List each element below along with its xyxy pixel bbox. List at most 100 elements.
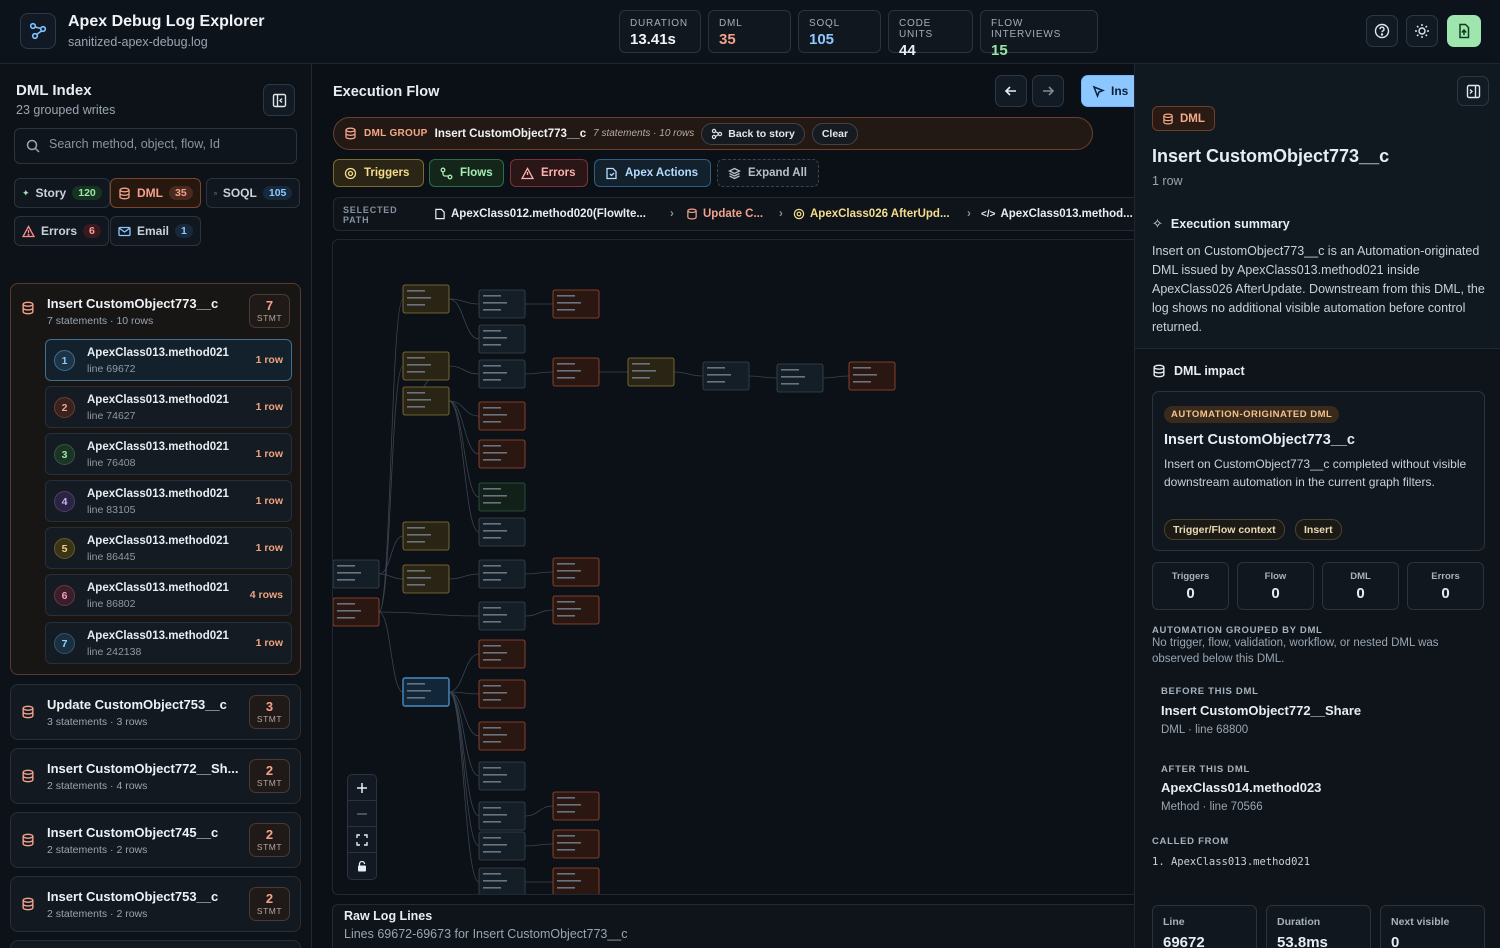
before-sub: DML · line 68800	[1161, 724, 1249, 736]
flow-node[interactable]	[402, 677, 450, 707]
search-input[interactable]	[49, 137, 289, 151]
filter-errors[interactable]: Errors	[510, 159, 588, 187]
flow-node[interactable]	[552, 357, 600, 387]
dml-group[interactable]	[10, 940, 301, 948]
flow-node[interactable]	[552, 867, 600, 895]
flow-node[interactable]	[478, 831, 526, 861]
detail-rows: 1 row	[1152, 174, 1183, 188]
flow-node[interactable]	[848, 361, 896, 391]
theme-toggle-button[interactable]	[1406, 15, 1438, 47]
flow-node[interactable]	[478, 679, 526, 709]
flow-node[interactable]	[552, 829, 600, 859]
flow-node[interactable]	[478, 559, 526, 589]
flow-node[interactable]	[552, 595, 600, 625]
lock-view-button[interactable]	[348, 853, 376, 879]
flow-node[interactable]	[627, 357, 675, 387]
back-to-story-button[interactable]: Back to story	[701, 122, 805, 145]
flow-node[interactable]	[702, 361, 750, 391]
collapse-panel-button[interactable]	[263, 84, 295, 116]
flow-node[interactable]	[478, 517, 526, 547]
flow-node[interactable]	[478, 639, 526, 669]
fit-view-button[interactable]	[348, 827, 376, 853]
flow-node[interactable]	[478, 801, 526, 831]
statement-item[interactable]: 7 ApexClass013.method021 line 242138 1 r…	[45, 622, 292, 664]
flow-node[interactable]	[478, 401, 526, 431]
export-button[interactable]	[1447, 15, 1481, 47]
back-button[interactable]	[995, 75, 1027, 107]
chip-errors[interactable]: Errors 6	[14, 216, 109, 246]
database-icon	[22, 301, 34, 315]
statement-item[interactable]: 1 ApexClass013.method021 line 69672 1 ro…	[45, 339, 292, 381]
flow-node[interactable]	[478, 359, 526, 389]
flow-graph[interactable]	[333, 240, 1134, 895]
flow-edge	[378, 535, 404, 575]
flow-edge	[673, 371, 704, 377]
after-title[interactable]: ApexClass014.method023	[1161, 780, 1321, 795]
flow-node[interactable]	[402, 284, 450, 314]
breadcrumb-item[interactable]: Update C...	[686, 208, 763, 220]
clear-button[interactable]: Clear	[811, 122, 859, 145]
flow-graph-canvas[interactable]	[332, 239, 1134, 895]
statement-item[interactable]: 3 ApexClass013.method021 line 76408 1 ro…	[45, 433, 292, 475]
chip-dml[interactable]: DML 35	[110, 178, 201, 208]
chip-story[interactable]: ✦ Story 120	[14, 178, 110, 208]
dml-group[interactable]: Insert CustomObject745__c 2 statements ·…	[10, 812, 301, 868]
forward-button[interactable]	[1032, 75, 1064, 107]
dml-index-panel: DML Index 23 grouped writes ✦ Story 120 …	[0, 64, 312, 948]
flow-node[interactable]	[552, 557, 600, 587]
flow-node[interactable]	[478, 601, 526, 631]
help-button[interactable]	[1366, 15, 1398, 47]
flow-node[interactable]	[402, 351, 450, 381]
statement-item[interactable]: 4 ApexClass013.method021 line 83105 1 ro…	[45, 480, 292, 522]
called-from-item[interactable]: 1. ApexClass013.method021	[1152, 854, 1310, 870]
dml-group-active[interactable]: Insert CustomObject773__c 7 statements ·…	[10, 283, 301, 675]
operation-pill: Insert	[1295, 519, 1342, 540]
metric-flow-interviews: FLOW INTERVIEWS 15	[980, 10, 1098, 59]
flow-node[interactable]	[478, 439, 526, 469]
flow-node[interactable]	[478, 867, 526, 895]
toggle-panel-button[interactable]	[1457, 76, 1489, 106]
inspect-mode-button[interactable]: Ins	[1081, 75, 1134, 107]
flow-node[interactable]	[552, 289, 600, 319]
dml-group[interactable]: Insert CustomObject753__c 2 statements ·…	[10, 876, 301, 932]
flow-node[interactable]	[478, 721, 526, 751]
metric-dml: DML 35	[708, 10, 791, 53]
statement-item[interactable]: 5 ApexClass013.method021 line 86445 1 ro…	[45, 527, 292, 569]
flow-node[interactable]	[478, 482, 526, 512]
dml-group[interactable]: Insert CustomObject772__Sh... 2 statemen…	[10, 748, 301, 804]
cursor-icon	[1092, 85, 1105, 98]
statement-count-badge: 2 STMT	[249, 823, 290, 857]
statement-item[interactable]: 6 ApexClass013.method021 line 86802 4 ro…	[45, 574, 292, 616]
flow-node[interactable]	[402, 564, 450, 594]
filter-triggers[interactable]: Triggers	[333, 159, 424, 187]
statement-item[interactable]: 2 ApexClass013.method021 line 74627 1 ro…	[45, 386, 292, 428]
breadcrumb-item[interactable]: ApexClass012.method020(FlowIte...	[434, 208, 646, 220]
flow-node[interactable]	[478, 324, 526, 354]
flow-node[interactable]	[478, 289, 526, 319]
top-bar: Apex Debug Log Explorer sanitized-apex-d…	[0, 0, 1500, 64]
execution-flow-panel: Execution Flow Ins DML GROUP Insert Cust…	[312, 64, 1134, 948]
breadcrumb-item[interactable]: ApexClass026 AfterUpd...	[793, 208, 950, 220]
chip-soql[interactable]: ▫ SOQL 105	[206, 178, 301, 208]
before-title[interactable]: Insert CustomObject772__Share	[1161, 703, 1361, 718]
raw-log-lines-panel[interactable]: Raw Log Lines Lines 69672-69673 for Inse…	[332, 904, 1134, 948]
stat-flow: Flow 0	[1237, 562, 1314, 610]
flow-node[interactable]	[333, 559, 380, 589]
flow-node[interactable]	[478, 761, 526, 791]
search-box[interactable]	[14, 128, 297, 164]
flow-node[interactable]	[776, 363, 824, 393]
zoom-in-button[interactable]	[348, 775, 376, 801]
breadcrumb-item[interactable]: </> ApexClass013.method...	[981, 208, 1133, 220]
flow-node[interactable]	[402, 521, 450, 551]
filter-flows[interactable]: Flows	[429, 159, 504, 187]
filter-apex-actions[interactable]: Apex Actions	[594, 159, 711, 187]
chip-email[interactable]: Email 1	[110, 216, 201, 246]
database-icon	[119, 187, 130, 199]
arrow-right-icon	[1043, 86, 1055, 96]
flow-node[interactable]	[333, 597, 380, 627]
flow-node[interactable]	[552, 791, 600, 821]
expand-all-button[interactable]: Expand All	[717, 159, 819, 187]
dml-group[interactable]: Update CustomObject753__c 3 statements ·…	[10, 684, 301, 740]
flow-node[interactable]	[402, 386, 450, 416]
zoom-out-button[interactable]	[348, 801, 376, 827]
